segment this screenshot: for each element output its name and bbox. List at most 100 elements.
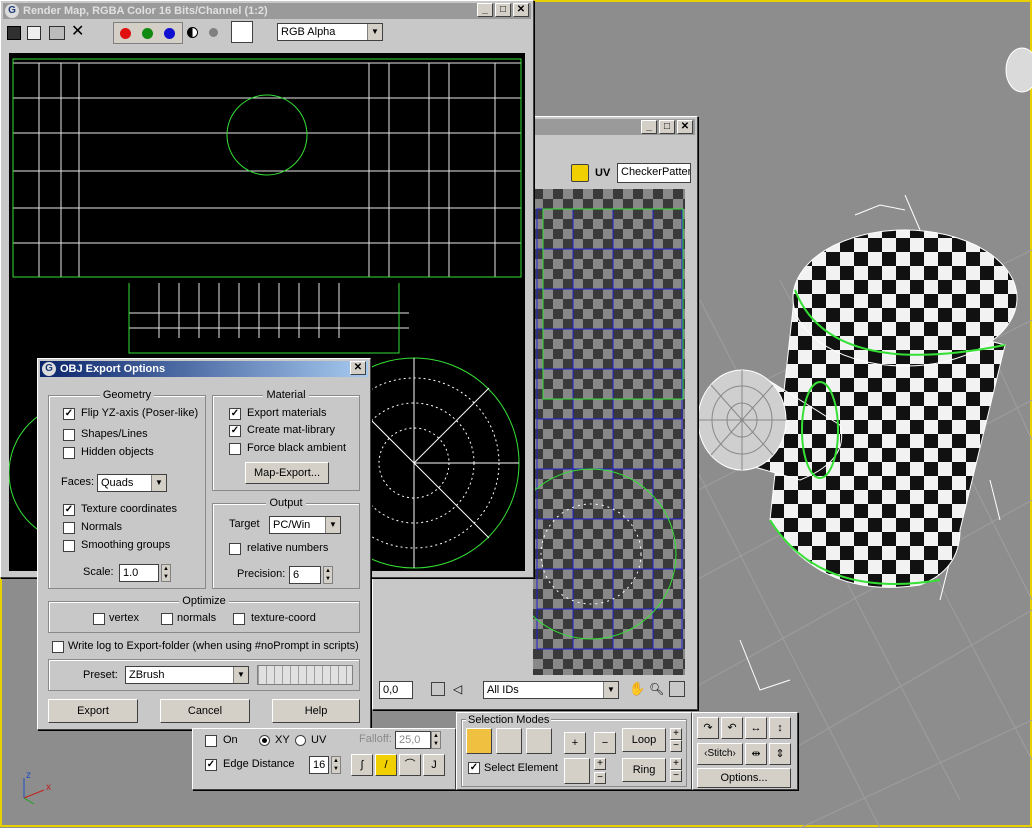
select-element-checkbox[interactable]: ✓	[468, 762, 480, 774]
mono-icon[interactable]	[187, 27, 198, 38]
map-export-button[interactable]: Map-Export...	[245, 462, 329, 484]
align-horizontal-button[interactable]: ⇹	[745, 743, 767, 765]
target-select[interactable]: PC/Win ▼	[269, 516, 341, 534]
material-group: Material ✓ Export materials ✓ Create mat…	[212, 389, 360, 491]
blue-channel-icon[interactable]	[164, 28, 175, 39]
copy-icon[interactable]	[27, 26, 41, 40]
optimize-vertex-checkbox[interactable]	[93, 613, 105, 625]
grow-button[interactable]: +	[564, 732, 586, 754]
close-button[interactable]: ✕	[677, 120, 693, 134]
uv-canvas[interactable]	[533, 189, 685, 675]
write-log-checkbox[interactable]	[52, 641, 64, 653]
filter-icon[interactable]: ◁	[453, 682, 467, 696]
stitch-button[interactable]: ‹Stitch›	[697, 743, 743, 765]
pan-icon[interactable]: ✋	[629, 681, 645, 697]
optimize-normals-checkbox[interactable]	[161, 613, 173, 625]
create-mat-library-checkbox[interactable]: ✓	[229, 425, 241, 437]
print-icon[interactable]	[49, 26, 65, 40]
coord-field[interactable]: 0,0	[379, 681, 413, 699]
xy-radio[interactable]	[259, 735, 270, 746]
uv-radio[interactable]	[295, 735, 306, 746]
optimize-normals-label: normals	[177, 612, 217, 624]
paint-select-button[interactable]	[564, 758, 590, 784]
ids-select[interactable]: All IDs ▼	[483, 681, 619, 699]
optimize-texture-coord-checkbox[interactable]	[233, 613, 245, 625]
ring-button[interactable]: Ring	[622, 758, 666, 782]
export-button[interactable]: Export	[48, 699, 138, 723]
zoom-icon[interactable]: 🔍︎	[649, 681, 665, 697]
edge-distance-checkbox[interactable]: ✓	[205, 759, 217, 771]
clear-icon[interactable]: ✕	[71, 23, 87, 41]
falloff-spinner[interactable]: ▲ ▼	[431, 731, 441, 749]
flip-vertical-button[interactable]: ↕	[769, 717, 791, 739]
zoom-extents-icon[interactable]	[669, 681, 685, 697]
help-button[interactable]: Help	[272, 699, 360, 723]
ring-minus-button[interactable]: −	[670, 770, 682, 782]
normals-label: Normals	[81, 521, 122, 533]
ring-plus-button[interactable]: +	[670, 758, 682, 770]
scale-spinner[interactable]: ▲ ▼	[161, 564, 171, 582]
preset-grid-icon[interactable]	[257, 665, 353, 685]
flip-yz-checkbox[interactable]: ✓	[63, 408, 75, 420]
app-icon: G	[5, 4, 19, 18]
green-channel-icon[interactable]	[142, 28, 153, 39]
rotate-cw-button[interactable]: ↷	[697, 717, 719, 739]
relative-numbers-checkbox[interactable]	[229, 543, 241, 555]
close-button[interactable]: ✕	[350, 361, 366, 375]
preset-select-value: ZBrush	[129, 669, 165, 681]
texture-coords-checkbox[interactable]: ✓	[63, 504, 75, 516]
edge-distance-input[interactable]: 16	[309, 756, 329, 774]
cancel-button[interactable]: Cancel	[160, 699, 250, 723]
flip-horizontal-button[interactable]: ↔	[745, 717, 767, 739]
channel-select[interactable]: RGB Alpha ▼	[277, 23, 383, 41]
color-swatch[interactable]	[231, 21, 253, 43]
shrink-button[interactable]: −	[594, 732, 616, 754]
options-button[interactable]: Options...	[697, 768, 791, 788]
loop-button[interactable]: Loop	[622, 728, 666, 752]
paint-plus-button[interactable]: +	[594, 758, 606, 770]
precision-value: 6	[293, 569, 300, 581]
alpha-icon[interactable]	[209, 28, 218, 37]
close-button[interactable]: ✕	[513, 3, 529, 17]
obj-export-dialog: G OBJ Export Options ✕ Geometry ✓ Flip Y…	[37, 358, 371, 730]
target-select-value: PC/Win	[273, 519, 311, 531]
axis-z-label: z	[26, 770, 31, 781]
loop-minus-button[interactable]: −	[670, 740, 682, 752]
force-black-ambient-checkbox[interactable]	[229, 443, 241, 455]
maximize-button[interactable]: □	[495, 3, 511, 17]
falloff-curve-3-button[interactable]: ⌒	[399, 754, 421, 776]
shapes-lines-checkbox[interactable]	[63, 429, 75, 441]
normals-checkbox[interactable]	[63, 522, 75, 534]
falloff-curve-4-button[interactable]: J	[423, 754, 445, 776]
on-checkbox[interactable]	[205, 735, 217, 747]
faces-select[interactable]: Quads ▼	[97, 474, 167, 492]
precision-input[interactable]: 6	[289, 566, 321, 584]
vertex-mode-button[interactable]	[466, 728, 492, 754]
chevron-down-icon: ▼	[233, 667, 248, 683]
edge-distance-spinner[interactable]: ▲ ▼	[331, 756, 341, 774]
lock-icon[interactable]	[431, 682, 445, 696]
edge-mode-button[interactable]	[496, 728, 522, 754]
preset-select[interactable]: ZBrush ▼	[125, 666, 249, 684]
precision-spinner[interactable]: ▲ ▼	[323, 566, 333, 584]
loop-plus-button[interactable]: +	[670, 728, 682, 740]
rotate-ccw-button[interactable]: ↶	[721, 717, 743, 739]
paint-minus-button[interactable]: −	[594, 772, 606, 784]
falloff-curve-1-button[interactable]: ∫	[351, 754, 373, 776]
show-map-icon[interactable]	[571, 164, 589, 182]
smoothing-groups-checkbox[interactable]	[63, 540, 75, 552]
falloff-curve-2-button[interactable]: /	[375, 754, 397, 776]
minimize-button[interactable]: _	[641, 120, 657, 134]
face-mode-button[interactable]	[526, 728, 552, 754]
align-vertical-button[interactable]: ⇕	[769, 743, 791, 765]
falloff-input[interactable]: 25,0	[395, 731, 431, 749]
export-materials-checkbox[interactable]: ✓	[229, 408, 241, 420]
save-icon[interactable]	[7, 26, 21, 40]
export-materials-label: Export materials	[247, 407, 327, 419]
maximize-button[interactable]: □	[659, 120, 675, 134]
scale-input[interactable]: 1.0	[119, 564, 159, 582]
red-channel-icon[interactable]	[120, 28, 131, 39]
texture-select[interactable]: CheckerPattern	[617, 163, 691, 183]
minimize-button[interactable]: _	[477, 3, 493, 17]
hidden-objects-checkbox[interactable]	[63, 447, 75, 459]
